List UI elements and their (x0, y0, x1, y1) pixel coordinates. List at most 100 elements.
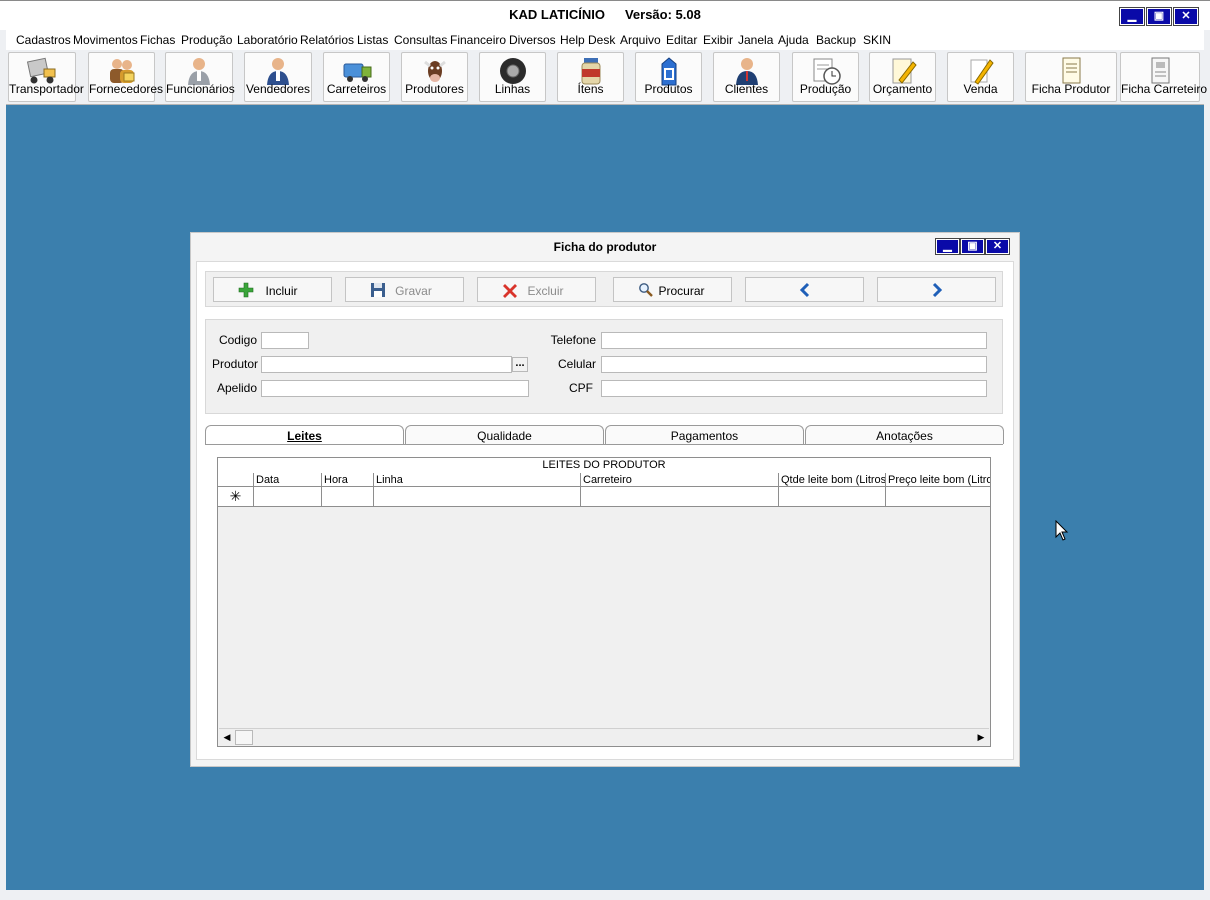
toolbar-label: Ficha Carreteiro (1121, 82, 1208, 96)
toolbar-vendedores-button[interactable]: Vendedores (244, 52, 312, 102)
excluir-label: Excluir (527, 284, 564, 298)
telefone-field[interactable] (601, 332, 987, 349)
toolbar-ficha-carreteiro-button[interactable]: Ficha Carreteiro (1120, 52, 1208, 102)
procurar-button[interactable]: Procurar (613, 277, 732, 302)
menu-ajuda[interactable]: Ajuda (778, 33, 809, 47)
celular-field[interactable] (601, 356, 987, 373)
toolbar-produtos-button[interactable]: Produtos (635, 52, 702, 102)
tab-anotacoes[interactable]: Anotações (805, 425, 1004, 444)
tab-divider (205, 444, 1003, 445)
toolbar-carreteiros-button[interactable]: Carreteiros (323, 52, 390, 102)
menu-fichas[interactable]: Fichas (140, 33, 175, 47)
column-header-linha[interactable]: Linha (374, 473, 581, 487)
codigo-field[interactable] (261, 332, 309, 349)
menu-bar: Cadastros Movimentos Fichas Produção Lab… (6, 30, 1204, 50)
minimize-icon[interactable]: ▁ (936, 239, 959, 254)
new-row-cell-qtde[interactable] (779, 487, 886, 507)
horizontal-scrollbar[interactable]: ◀ ▶ (219, 728, 989, 745)
toolbar-label: Ficha Produtor (1031, 82, 1111, 96)
menu-movimentos[interactable]: Movimentos (73, 33, 138, 47)
menu-backup[interactable]: Backup (816, 33, 856, 47)
toolbar-funcionarios-button[interactable]: Funcionários (165, 52, 235, 102)
menu-diversos[interactable]: Diversos (509, 33, 556, 47)
toolbar-producao-button[interactable]: Produção (792, 52, 859, 102)
menu-cadastros[interactable]: Cadastros (16, 33, 71, 47)
toolbar-ficha-produtor-button[interactable]: Ficha Produtor (1025, 52, 1117, 102)
maximize-icon[interactable]: ▣ (961, 239, 984, 254)
toolbar-label: Produtores (405, 82, 464, 96)
previous-record-button[interactable] (745, 277, 864, 302)
new-row-cell-preco[interactable] (886, 487, 990, 507)
row-header-column (218, 473, 254, 487)
toolbar-produtores-button[interactable]: Produtores (401, 52, 468, 102)
produtor-lookup-button[interactable]: ... (512, 357, 528, 372)
toolbar-label: Venda (963, 82, 998, 96)
menu-consultas[interactable]: Consultas (394, 33, 447, 47)
menu-financeiro[interactable]: Financeiro (450, 33, 506, 47)
minimize-icon[interactable]: ▁ (1120, 8, 1144, 25)
chevron-left-icon (746, 282, 863, 298)
ficha-title: Ficha do produtor (553, 240, 657, 254)
new-row-cell-carreteiro[interactable] (581, 487, 779, 507)
maximize-icon[interactable]: ▣ (1147, 8, 1171, 25)
menu-janela[interactable]: Janela (738, 33, 773, 47)
produtor-label: Produtor (212, 357, 259, 371)
tab-leites[interactable]: Leites (205, 425, 404, 445)
produtor-field[interactable] (261, 356, 512, 373)
next-record-button[interactable] (877, 277, 996, 302)
column-header-qtde-leite-bom[interactable]: Qtde leite bom (Litros) (779, 473, 886, 487)
close-icon[interactable]: ✕ (1174, 8, 1198, 25)
toolbar-transportador-button[interactable]: Transportador (8, 52, 84, 102)
menu-editar[interactable]: Editar (666, 33, 697, 47)
new-row-cell-linha[interactable] (374, 487, 581, 507)
toolbar-orcamento-button[interactable]: Orçamento (869, 52, 936, 102)
action-bar: Incluir Gravar Excluir Procurar (205, 271, 1003, 307)
chevron-right-icon (878, 282, 995, 298)
toolbar-venda-button[interactable]: Venda (947, 52, 1014, 102)
excluir-button[interactable]: Excluir (477, 277, 596, 302)
apelido-field[interactable] (261, 380, 529, 397)
cpf-field[interactable] (601, 380, 987, 397)
menu-laboratorio[interactable]: Laboratório (237, 33, 298, 47)
menu-relatorios[interactable]: Relatórios (300, 33, 354, 47)
close-icon[interactable]: ✕ (986, 239, 1009, 254)
new-row-cell-data[interactable] (254, 487, 322, 507)
menu-exibir[interactable]: Exibir (703, 33, 733, 47)
codigo-label: Codigo (218, 333, 257, 347)
toolbar-label: Vendedores (245, 82, 311, 96)
scroll-left-icon[interactable]: ◀ (220, 730, 234, 744)
incluir-button[interactable]: Incluir (213, 277, 332, 302)
menu-listas[interactable]: Listas (357, 33, 388, 47)
telefone-label: Telefone (550, 333, 596, 347)
scroll-thumb[interactable] (235, 730, 253, 745)
app-titlebar: KAD LATICÍNIO Versão: 5.08 ▁ ▣ ✕ (0, 0, 1210, 30)
toolbar-fornecedores-button[interactable]: Fornecedores (88, 52, 163, 102)
column-header-preco-leite-bom[interactable]: Preço leite bom (Litro) (886, 473, 990, 487)
column-header-carreteiro[interactable]: Carreteiro (581, 473, 779, 487)
app-title: KAD LATICÍNIO Versão: 5.08 (0, 7, 1210, 22)
cpf-label: CPF (569, 381, 593, 395)
toolbar-clientes-button[interactable]: Clientes (713, 52, 780, 102)
toolbar-itens-button[interactable]: Ítens (557, 52, 624, 102)
menu-skin[interactable]: SKIN (863, 33, 891, 47)
app-version: Versão: 5.08 (624, 7, 701, 22)
gravar-button[interactable]: Gravar (345, 277, 464, 302)
column-header-data[interactable]: Data (254, 473, 322, 487)
toolbar-label: Linhas (494, 82, 531, 96)
apelido-label: Apelido (216, 381, 257, 395)
procurar-label: Procurar (658, 284, 705, 298)
new-row-cell-hora[interactable] (322, 487, 374, 507)
toolbar-label: Carreteiros (326, 82, 387, 96)
scroll-right-icon[interactable]: ▶ (974, 730, 988, 744)
menu-arquivo[interactable]: Arquivo (620, 33, 661, 47)
tab-pagamentos[interactable]: Pagamentos (605, 425, 804, 444)
menu-producao[interactable]: Produção (181, 33, 232, 47)
toolbar-linhas-button[interactable]: Linhas (479, 52, 546, 102)
leites-grid[interactable]: LEITES DO PRODUTOR Data Hora Linha Carre… (217, 457, 991, 747)
menu-help-desk[interactable]: Help Desk (560, 33, 615, 47)
toolbar-label: Transportador (9, 82, 84, 96)
toolbar-label: Clientes (724, 82, 769, 96)
tab-qualidade[interactable]: Qualidade (405, 425, 604, 444)
ficha-tabs: Leites Qualidade Pagamentos Anotações (205, 425, 1005, 445)
column-header-hora[interactable]: Hora (322, 473, 374, 487)
